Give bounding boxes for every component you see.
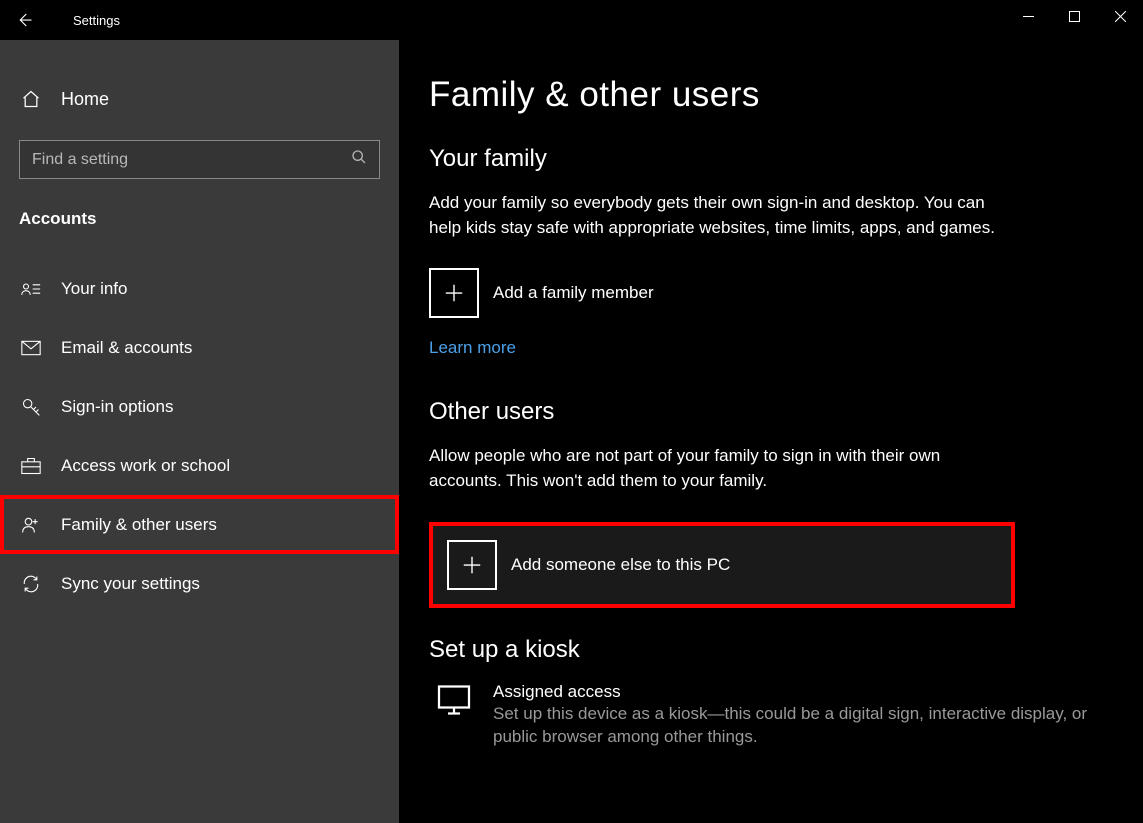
window-title: Settings — [48, 13, 120, 28]
family-description: Add your family so everybody gets their … — [429, 191, 999, 240]
minimize-button[interactable] — [1005, 0, 1051, 32]
search-box[interactable] — [19, 140, 380, 179]
family-heading: Your family — [429, 145, 1105, 173]
add-family-member-button[interactable]: Add a family member — [429, 268, 1105, 318]
close-button[interactable] — [1097, 0, 1143, 32]
home-label: Home — [61, 89, 109, 110]
person-card-icon — [19, 281, 43, 297]
category-label: Accounts — [0, 179, 399, 241]
search-input[interactable] — [32, 151, 351, 169]
kiosk-heading: Set up a kiosk — [429, 636, 1105, 664]
briefcase-icon — [19, 457, 43, 475]
search-icon — [351, 149, 367, 170]
maximize-icon — [1069, 11, 1080, 22]
content-area: Family & other users Your family Add you… — [399, 40, 1143, 823]
sidebar-item-sync[interactable]: Sync your settings — [0, 554, 399, 613]
sidebar-item-label: Sync your settings — [61, 574, 200, 594]
window-controls — [1005, 0, 1143, 40]
sidebar-item-your-info[interactable]: Your info — [0, 259, 399, 318]
page-title: Family & other users — [429, 75, 1105, 115]
title-bar: Settings — [0, 0, 1143, 40]
close-icon — [1115, 11, 1126, 22]
mail-icon — [19, 340, 43, 356]
monitor-icon — [429, 682, 479, 718]
sync-icon — [19, 574, 43, 594]
kiosk-title: Assigned access — [493, 682, 1105, 702]
plus-icon — [447, 540, 497, 590]
add-someone-else-button[interactable]: Add someone else to this PC — [429, 522, 1015, 608]
sidebar-item-work[interactable]: Access work or school — [0, 436, 399, 495]
add-family-label: Add a family member — [493, 283, 654, 303]
assigned-access-button[interactable]: Assigned access Set up this device as a … — [429, 682, 1105, 750]
sidebar: Home Accounts Your info — [0, 40, 399, 823]
sidebar-item-label: Family & other users — [61, 515, 217, 535]
learn-more-link[interactable]: Learn more — [429, 338, 516, 358]
sidebar-item-family[interactable]: Family & other users — [0, 495, 399, 554]
sidebar-item-label: Sign-in options — [61, 397, 173, 417]
minimize-icon — [1023, 11, 1034, 22]
home-nav[interactable]: Home — [0, 70, 399, 128]
back-button[interactable] — [0, 0, 48, 40]
home-icon — [19, 89, 43, 109]
other-users-heading: Other users — [429, 398, 1105, 426]
plus-icon — [429, 268, 479, 318]
sidebar-item-label: Access work or school — [61, 456, 230, 476]
maximize-button[interactable] — [1051, 0, 1097, 32]
sidebar-item-label: Your info — [61, 279, 127, 299]
other-users-description: Allow people who are not part of your fa… — [429, 444, 999, 493]
sidebar-item-email[interactable]: Email & accounts — [0, 318, 399, 377]
kiosk-description: Set up this device as a kiosk—this could… — [493, 702, 1105, 750]
back-arrow-icon — [15, 11, 33, 29]
sidebar-item-label: Email & accounts — [61, 338, 192, 358]
add-someone-label: Add someone else to this PC — [511, 555, 730, 575]
sidebar-item-signin[interactable]: Sign-in options — [0, 377, 399, 436]
key-icon — [19, 397, 43, 417]
people-icon — [19, 515, 43, 535]
